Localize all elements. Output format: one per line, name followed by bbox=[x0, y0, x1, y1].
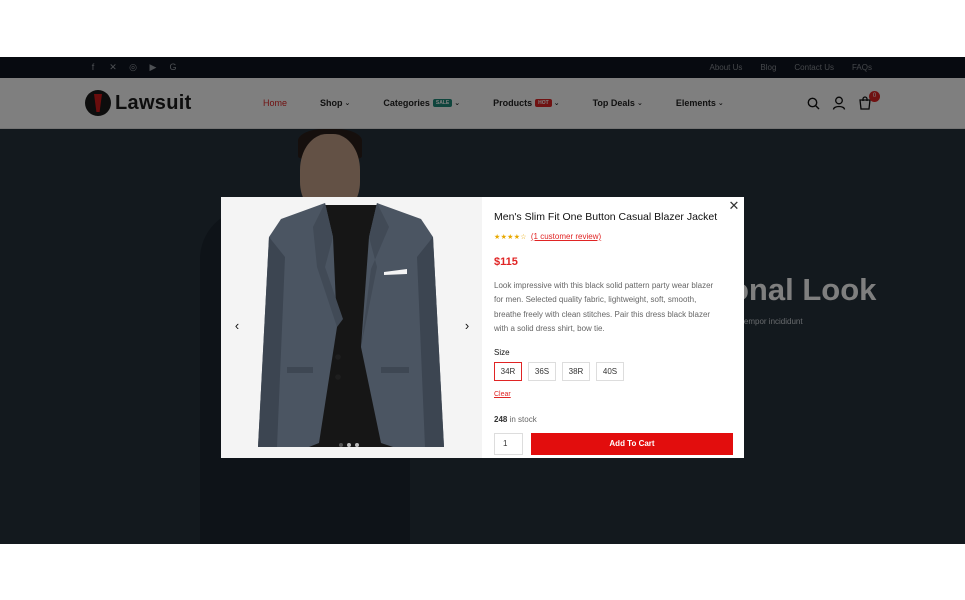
product-gallery: ‹ › bbox=[221, 197, 482, 458]
stock-suffix: in stock bbox=[509, 415, 537, 424]
quantity-input[interactable]: 1 bbox=[494, 433, 523, 455]
gallery-dot[interactable] bbox=[355, 443, 359, 447]
size-label: Size bbox=[494, 348, 510, 357]
quick-view-modal: ‹ › ✕ Men's Slim Fit One Button Casual B… bbox=[221, 197, 744, 458]
size-options: 34R 36S 38R 40S bbox=[494, 362, 624, 381]
size-option-36s[interactable]: 36S bbox=[528, 362, 556, 381]
size-option-38r[interactable]: 38R bbox=[562, 362, 590, 381]
product-title: Men's Slim Fit One Button Casual Blazer … bbox=[494, 211, 718, 223]
review-link[interactable]: (1 customer review) bbox=[531, 232, 601, 241]
product-description: Look impressive with this black solid pa… bbox=[494, 281, 714, 334]
stock-status: 248 in stock bbox=[494, 415, 537, 424]
page-frame: f ✕ ◎ ▶ G About Us Blog Contact Us FAQs … bbox=[0, 57, 965, 544]
star-rating-icon: ★★★★☆ bbox=[494, 233, 527, 241]
add-to-cart-button[interactable]: Add To Cart bbox=[531, 433, 733, 455]
gallery-prev-arrow-icon[interactable]: ‹ bbox=[229, 318, 245, 334]
gallery-dot[interactable] bbox=[339, 443, 343, 447]
gallery-dots bbox=[339, 443, 359, 447]
gallery-next-arrow-icon[interactable]: › bbox=[459, 318, 475, 334]
clear-size-link[interactable]: Clear bbox=[494, 391, 511, 398]
product-rating: ★★★★☆ (1 customer review) bbox=[494, 232, 601, 241]
size-option-34r[interactable]: 34R bbox=[494, 362, 522, 381]
gallery-dot[interactable] bbox=[347, 443, 351, 447]
blazer-image bbox=[258, 203, 444, 447]
stock-count: 248 bbox=[494, 415, 508, 424]
size-option-40s[interactable]: 40S bbox=[596, 362, 624, 381]
product-price: $115 bbox=[494, 256, 518, 268]
